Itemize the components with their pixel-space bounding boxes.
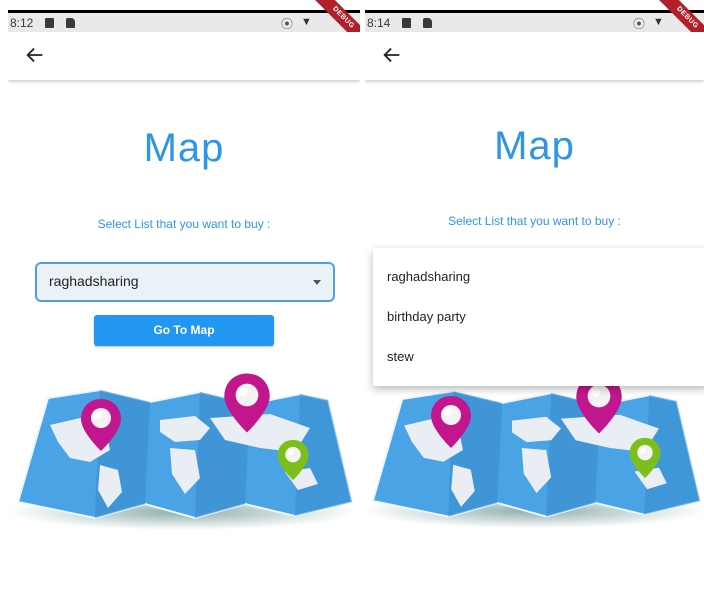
menu-item-raghadsharing[interactable]: raghadsharing bbox=[373, 257, 704, 297]
screen-left: 8:12 ⦿ ▼ DEBUG Map Select List that you … bbox=[8, 0, 360, 608]
page-title: Map bbox=[143, 126, 225, 170]
go-to-map-button[interactable]: Go To Map bbox=[94, 315, 274, 346]
map-pin-green-icon bbox=[277, 439, 309, 481]
app-bar bbox=[365, 32, 704, 80]
map-pin-magenta-icon bbox=[224, 373, 270, 433]
status-time: 8:12 bbox=[10, 16, 34, 30]
status-time: 8:14 bbox=[367, 16, 391, 30]
dropdown-value: raghadsharing bbox=[49, 273, 139, 289]
list-select-dropdown[interactable]: raghadsharing bbox=[35, 262, 335, 302]
map-pin-green-icon bbox=[629, 437, 661, 479]
menu-item-stew[interactable]: stew bbox=[373, 337, 704, 377]
location-icon: ⦿ bbox=[281, 17, 294, 31]
notification-icon bbox=[402, 18, 411, 28]
notification-icon bbox=[45, 18, 54, 28]
screen-right: 8:14 ⦿ ▼ DEBUG Map Select List that you … bbox=[365, 0, 704, 608]
caret-down-icon bbox=[313, 280, 321, 285]
map-pin-magenta-icon bbox=[431, 396, 471, 448]
app-bar bbox=[8, 32, 360, 80]
menu-item-birthday-party[interactable]: birthday party bbox=[373, 297, 704, 337]
page-title: Map bbox=[494, 124, 575, 168]
page-subtitle: Select List that you want to buy : bbox=[97, 217, 271, 231]
wifi-icon: ▼ bbox=[653, 16, 664, 28]
page-subtitle: Select List that you want to buy : bbox=[448, 214, 621, 228]
sd-card-icon bbox=[66, 18, 75, 28]
back-arrow-icon[interactable] bbox=[381, 44, 403, 66]
map-pin-magenta-icon bbox=[81, 399, 121, 451]
sd-card-icon bbox=[423, 18, 432, 28]
back-arrow-icon[interactable] bbox=[24, 44, 46, 66]
wifi-icon: ▼ bbox=[301, 16, 312, 28]
location-icon: ⦿ bbox=[633, 17, 646, 31]
dropdown-menu: raghadsharing birthday party stew bbox=[373, 248, 704, 386]
